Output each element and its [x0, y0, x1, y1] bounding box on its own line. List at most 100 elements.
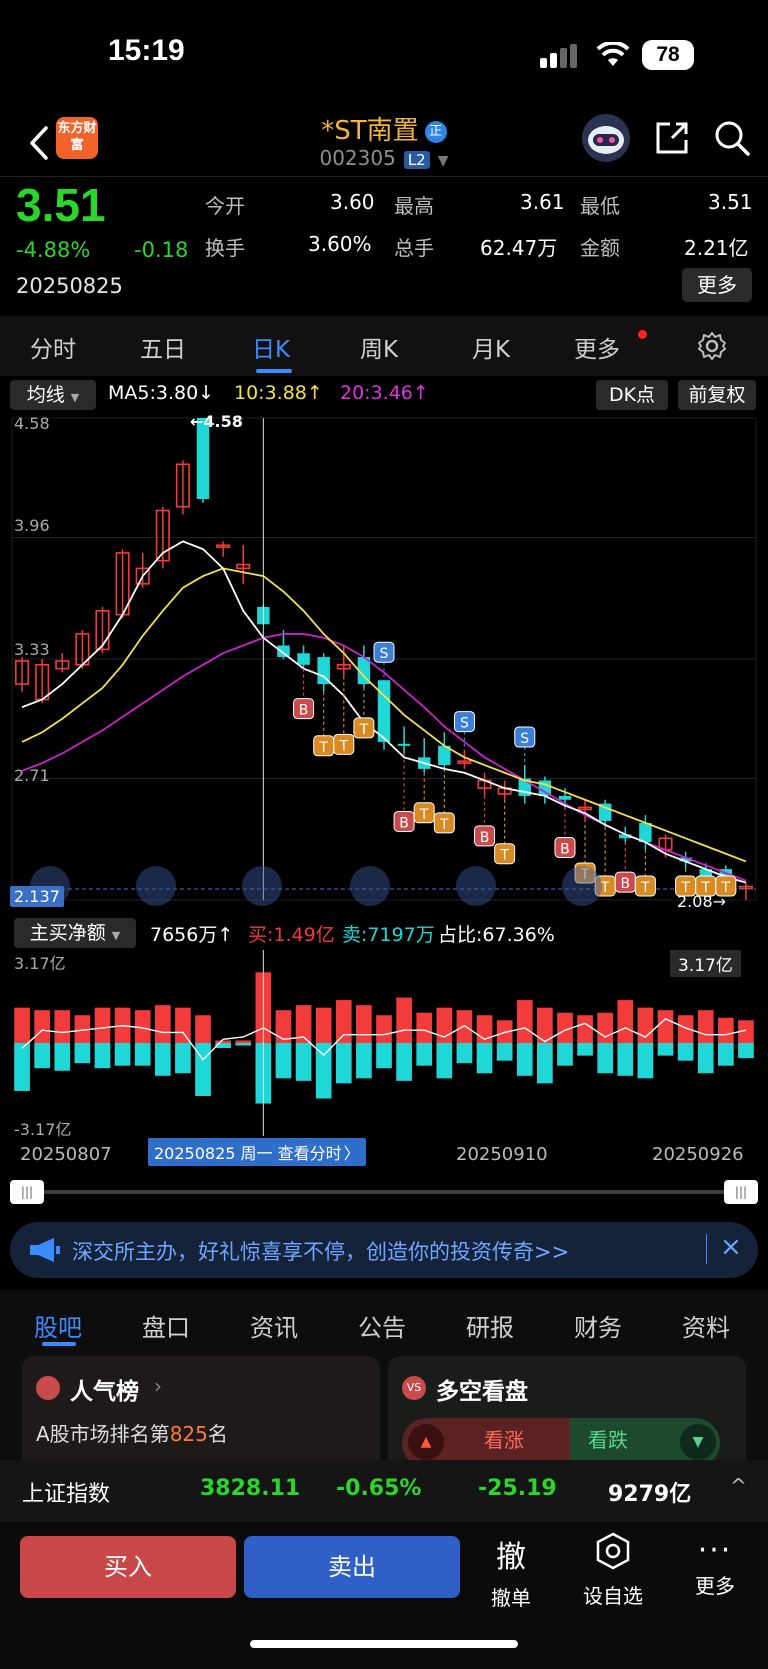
sell-bar [94, 1043, 111, 1069]
tab-weekly-k[interactable]: 周K [360, 330, 398, 364]
chart-nav-button [456, 866, 496, 906]
cancel-order-button[interactable]: 撤 撤单 [466, 1532, 556, 1611]
candle-body [397, 743, 411, 746]
share-icon[interactable] [652, 118, 692, 158]
y-axis-label-2: 3.96 [14, 516, 50, 535]
buy-bar [717, 1017, 734, 1043]
tab-financials[interactable]: 财务 [574, 1308, 622, 1343]
add-watchlist-button[interactable]: 设自选 [568, 1532, 658, 1609]
selected-date-tooltip[interactable]: 20250825 周一 查看分时〉 [148, 1138, 366, 1166]
bullbear-title: 多空看盘 [436, 1379, 528, 1405]
info-tab-underline [42, 1342, 76, 1346]
more-dots-icon: ··· [697, 1533, 733, 1568]
open-value: 3.60 [330, 190, 375, 214]
last-price: 3.51 [16, 179, 106, 231]
tab-forum[interactable]: 股吧 [34, 1308, 82, 1343]
net-buy-chart[interactable] [0, 950, 768, 1136]
amount-label: 金额 [580, 236, 620, 260]
buy-bar [657, 1010, 674, 1043]
tab-market-depth[interactable]: 盘口 [142, 1308, 190, 1343]
sell-bar [235, 1043, 252, 1046]
sell-bar [154, 1043, 171, 1076]
net-buy-value: 7656万↑ [150, 924, 234, 946]
chart-nav-button [350, 866, 390, 906]
buy-bar [215, 1040, 231, 1043]
bull-button[interactable]: ▲ 看涨 [402, 1418, 570, 1460]
signal-label: S [460, 716, 469, 732]
index-ticker[interactable]: 上证指数 3828.11 -0.65% -25.19 9279亿 ^ [0, 1460, 768, 1522]
signal-label: T [419, 807, 429, 823]
tab-intraday[interactable]: 分时 [30, 330, 76, 364]
buy-bar [175, 1007, 191, 1043]
sell-button[interactable]: 卖出 [244, 1536, 460, 1598]
low-price-marker: 2.08→ [677, 892, 727, 911]
search-icon[interactable] [712, 118, 752, 158]
signal-label: S [380, 646, 389, 662]
ma-toolbar: 均线 ▼ MA5:3.80↓ 10:3.88↑ 20:3.46↑ DK点 前复权 [0, 378, 768, 412]
low-label: 最低 [580, 194, 620, 218]
chevron-up-icon[interactable]: ^ [730, 1474, 747, 1498]
quote-more-button[interactable]: 更多 [682, 268, 752, 302]
scroller-left-handle[interactable]: ||| [10, 1180, 44, 1204]
tab-research[interactable]: 研报 [466, 1308, 514, 1343]
ma10-label: 10:3.88↑ [234, 382, 323, 404]
buy-bar [54, 1010, 71, 1043]
y-axis-label-3: 3.33 [14, 640, 50, 659]
sell-bar [456, 1043, 473, 1064]
tab-announcements[interactable]: 公告 [358, 1308, 406, 1343]
sell-bar [134, 1043, 151, 1066]
bull-bear-card[interactable]: VS 多空看盘 ▲ 看涨 看跌 ▼ [388, 1356, 746, 1460]
cancel-icon: 撤 [496, 1540, 526, 1575]
index-value: 3828.11 [200, 1476, 301, 1501]
tab-monthly-k[interactable]: 月K [472, 330, 510, 364]
wifi-icon [596, 42, 630, 66]
scroller-right-handle[interactable]: ||| [724, 1180, 758, 1204]
vol-axis-top-right: 3.17亿 [670, 950, 741, 977]
sell-bar [14, 1043, 30, 1091]
status-bar: 15:19 78 [0, 0, 768, 110]
stock-header: 东方财富 *ST南置正 002305 L2 ▼ [0, 110, 768, 176]
sell-bar [717, 1043, 734, 1066]
bear-button[interactable]: 看跌 ▼ [570, 1418, 720, 1460]
y-axis-label-4: 2.71 [14, 766, 50, 785]
chart-range-scroller[interactable]: ||| ||| [10, 1180, 758, 1204]
more-actions-button[interactable]: ··· 更多 [670, 1532, 760, 1599]
sell-bar [195, 1043, 211, 1096]
tab-profile[interactable]: 资料 [682, 1308, 730, 1343]
adjust-select[interactable]: 前复权 [678, 380, 756, 410]
close-icon[interactable]: × [720, 1232, 742, 1262]
low-value: 3.51 [708, 190, 753, 214]
sell-bar [34, 1043, 51, 1069]
indicator-select[interactable]: 均线 ▼ [10, 380, 96, 410]
crosshair-price-label: 2.137 [10, 886, 64, 907]
popularity-rank: A股市场排名第825名 [36, 1422, 228, 1446]
high-value: 3.61 [520, 190, 565, 214]
buy-button[interactable]: 买入 [20, 1536, 236, 1598]
sell-bar [677, 1043, 694, 1061]
buy-bar [396, 997, 412, 1043]
sell-amount: 卖:7197万 [342, 924, 435, 946]
sell-bar [657, 1043, 674, 1056]
tab-more[interactable]: 更多 [574, 330, 620, 364]
popularity-card[interactable]: 人气榜 › A股市场排名第825名 [22, 1356, 380, 1460]
robot-avatar-icon[interactable] [578, 112, 634, 164]
sell-bar [476, 1043, 493, 1074]
battery-indicator: 78 [642, 40, 694, 70]
sell-bar [697, 1043, 714, 1074]
signal-label: B [299, 703, 309, 719]
signal-label: T [359, 722, 369, 738]
date-mid: 20250910 [456, 1144, 548, 1165]
ad-banner[interactable]: 深交所主办，好礼惊喜享不停，创造你的投资传奇>> × [10, 1222, 758, 1278]
tab-news[interactable]: 资讯 [250, 1308, 298, 1343]
buy-bar [14, 1007, 30, 1043]
quote-date: 20250825 [16, 274, 123, 298]
popularity-title: 人气榜 [70, 1379, 139, 1405]
sell-bar [376, 1043, 392, 1069]
settings-gear-icon[interactable] [696, 330, 728, 362]
tab-daily-k[interactable]: 日K [252, 330, 290, 364]
tab-five-day[interactable]: 五日 [140, 330, 186, 364]
sub-indicator-select[interactable]: 主买净额 ▼ [14, 918, 136, 948]
level2-badge: L2 [403, 150, 430, 169]
candlestick-chart[interactable]: BTTTSBTTSBTSBTTBTTTT [0, 412, 768, 912]
dk-point-button[interactable]: DK点 [596, 380, 668, 410]
